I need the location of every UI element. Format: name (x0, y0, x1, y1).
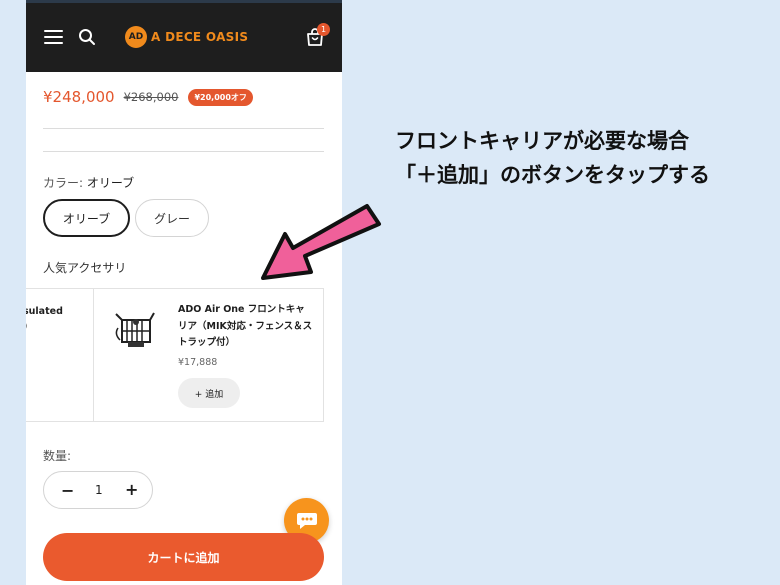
brand-logo[interactable]: AD A DECE OASIS (125, 26, 248, 48)
quantity-increase-button[interactable]: + (125, 480, 138, 499)
search-icon[interactable] (78, 28, 96, 46)
site-header: AD A DECE OASIS 1 (26, 0, 342, 72)
accessory-prev-title-line: sulated ) (26, 306, 63, 332)
color-selected-value: オリーブ (86, 176, 135, 190)
color-option-olive[interactable]: オリーブ (43, 199, 130, 237)
divider (43, 128, 324, 129)
accessory-title[interactable]: ADO Air One フロントキャリア（MIK対応・フェンス＆ストラップ付） (178, 302, 314, 352)
add-to-cart-button[interactable]: カートに追加 (43, 533, 324, 581)
accessory-price: ¥17,888 (178, 357, 218, 368)
divider (43, 151, 324, 152)
discount-badge: ¥20,000オフ (188, 88, 253, 106)
header-top-line (26, 0, 342, 3)
front-carrier-image[interactable] (112, 308, 158, 350)
logo-text: A DECE OASIS (151, 30, 249, 44)
pointing-arrow-icon (261, 204, 381, 280)
add-accessory-button[interactable]: + 追加 (178, 378, 240, 408)
color-label-text: カラー: (43, 176, 84, 190)
menu-icon[interactable] (44, 30, 63, 44)
sale-price: ¥248,000 (43, 88, 115, 106)
price-row: ¥248,000 ¥268,000 ¥20,000オフ (43, 86, 253, 108)
chat-bubble-icon (296, 512, 317, 529)
quantity-value[interactable]: 1 (95, 483, 103, 497)
compare-price: ¥268,000 (123, 90, 179, 104)
color-option-gray[interactable]: グレー (135, 199, 209, 237)
accessories-heading: 人気アクセサリ (43, 261, 127, 275)
accessory-prev-title: sulated ) (26, 304, 63, 334)
annotation-line-1: フロントキャリアが必要な場合 (395, 129, 689, 153)
quantity-label: 数量: (43, 449, 72, 463)
cart-count-badge: 1 (317, 23, 330, 36)
logo-mark: AD (125, 26, 147, 48)
mobile-screen: AD A DECE OASIS 1 ¥248,000 ¥268,000 ¥20,… (26, 0, 342, 585)
annotation-line-2: 「＋追加」のボタンをタップする (395, 163, 710, 187)
color-option-label: カラー: オリーブ (43, 174, 134, 191)
quantity-stepper: − 1 + (43, 471, 153, 509)
quantity-decrease-button[interactable]: − (61, 481, 74, 500)
instruction-annotation: フロントキャリアが必要な場合 「＋追加」のボタンをタップする (395, 124, 710, 192)
